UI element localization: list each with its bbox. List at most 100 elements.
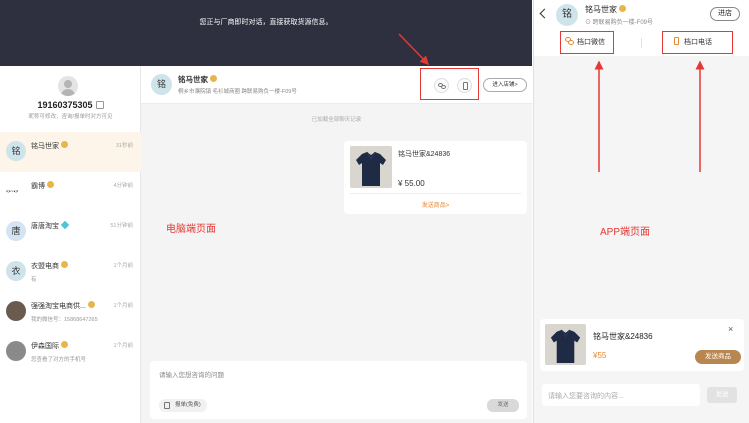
divider	[641, 38, 642, 48]
shop-avatar[interactable]: 铭	[151, 74, 172, 95]
conversation-time: 4分钟前	[113, 183, 133, 189]
conversation-avatar: <•~•>	[6, 181, 26, 201]
app-shop-avatar[interactable]: 铭	[556, 4, 578, 26]
app-product-image[interactable]	[545, 324, 586, 365]
polo-shirt-image	[545, 324, 586, 365]
mobile-phone-icon	[463, 82, 468, 90]
shop-address: 桐乡市濮院镇 毛衫城商圈 跨联易购负一楼-F09号	[178, 89, 297, 95]
app-shop-address: ⊙ 跨联易购负一楼-F09号	[585, 17, 653, 26]
message-input[interactable]: 请输入您想咨询的问题	[159, 369, 224, 379]
app-wechat-button[interactable]: 档口微信	[565, 37, 605, 47]
conversation-avatar-photo	[6, 301, 26, 321]
conversation-name: 霸博	[31, 181, 54, 191]
gold-badge-icon	[210, 75, 217, 82]
conversation-item[interactable]: 衣 衣盟电商 1个月前 有	[0, 252, 141, 292]
conversation-name-text: 伊森国际	[31, 343, 59, 350]
conversation-time: 1个月前	[113, 343, 133, 349]
conversation-name-text: 铭马世家	[31, 143, 59, 150]
conversation-sidebar: 19160375305 昵称可修改，咨询/报单时对方可见 铭 铭马世家 31秒前…	[0, 66, 141, 423]
product-price: ¥ 55.00	[398, 179, 425, 188]
conversation-message: 我的微信号：15868647265	[31, 317, 98, 323]
app-product-price: ¥55	[593, 351, 607, 360]
conversation-name: 衣盟电商	[31, 261, 68, 271]
app-shop-name: 铭马世家	[585, 4, 626, 15]
conversation-avatar: 铭	[6, 141, 26, 161]
conversation-item[interactable]: 铭 铭马世家 31秒前	[0, 132, 141, 172]
conversation-name-text: 强强淘宝电商供...	[31, 303, 86, 310]
conversation-item[interactable]: 伊森国际 1个月前 您查看了对方的手机号	[0, 332, 141, 372]
conversation-avatar-photo	[6, 341, 26, 361]
back-chevron-icon[interactable]	[539, 8, 550, 19]
message-input-area: 请输入您想咨询的问题 报单(免费) 发送	[150, 361, 527, 419]
send-product-link[interactable]: 发送商品>	[344, 200, 527, 209]
app-input-bar: 请输入您要咨询的内容... 发送	[534, 379, 749, 423]
gold-badge-icon	[61, 141, 68, 148]
user-avatar-icon[interactable]	[58, 76, 78, 96]
shop-name-text: 铭马世家	[178, 75, 208, 84]
wechat-icon-part	[441, 85, 446, 89]
gold-badge-icon	[619, 5, 626, 12]
conversation-item[interactable]: 强强淘宝电商供... 1个月前 我的微信号：15868647265	[0, 292, 141, 332]
app-shop-name-text: 铭马世家	[585, 5, 617, 14]
conversation-name-text: 唐唐淘宝	[31, 223, 59, 230]
divider	[350, 193, 521, 194]
conversation-avatar: 唐	[6, 221, 26, 241]
conversation-time: 31秒前	[115, 143, 133, 149]
user-subtitle: 昵称可修改，咨询/报单时对方可见	[28, 114, 113, 120]
app-message-input[interactable]: 请输入您要咨询的内容...	[542, 384, 700, 406]
location-pin-icon: ⊙	[585, 20, 593, 26]
diamond-badge-icon	[60, 220, 70, 230]
shop-name: 铭马世家	[178, 74, 217, 85]
svg-text:<•~•>: <•~•>	[6, 189, 18, 195]
polo-shirt-image	[350, 146, 392, 188]
edit-icon[interactable]	[95, 101, 104, 109]
app-page: 铭 铭马世家 ⊙ 跨联易购负一楼-F09号 进店 档口微信 档口电话 APP端页…	[533, 0, 749, 423]
quote-button-label: 报单(免费)	[175, 402, 201, 408]
app-product-card[interactable]: 铭马世家&24836 ¥55 × 发送商品	[540, 319, 744, 371]
app-wechat-button-label: 档口微信	[577, 39, 605, 46]
user-phone: 19160375305	[0, 100, 141, 110]
send-button[interactable]: 发送	[487, 399, 519, 412]
gold-badge-icon	[61, 261, 68, 268]
app-message-placeholder: 请输入您要咨询的内容...	[548, 393, 624, 400]
mobile-phone-icon	[674, 37, 679, 45]
app-header: 铭 铭马世家 ⊙ 跨联易购负一楼-F09号 进店 档口微信 档口电话	[534, 0, 749, 56]
app-page-label: APP端页面	[600, 227, 651, 238]
product-image[interactable]	[350, 146, 392, 188]
app-send-button[interactable]: 发送	[707, 387, 737, 403]
app-shop-address-text: 跨联易购负一楼-F09号	[592, 20, 654, 26]
conversation-name: 强强淘宝电商供...	[31, 301, 95, 311]
conversation-name: 铭马世家	[31, 141, 68, 151]
conversation-message: 您查看了对方的手机号	[31, 357, 87, 363]
conversation-name: 伊森国际	[31, 341, 68, 351]
gold-badge-icon	[61, 341, 68, 348]
app-send-product-button[interactable]: 发送商品	[695, 350, 741, 364]
product-card[interactable]: 铭马世家&24836 ¥ 55.00 发送商品>	[344, 141, 527, 214]
conversation-message: 有	[31, 277, 37, 283]
top-notice: 您正与厂商即时对话，直接获取货源信息。	[199, 19, 333, 26]
conversation-item[interactable]: <•~•> 霸博 4分钟前	[0, 172, 141, 212]
conversation-item[interactable]: 唐 唐唐淘宝 51分钟前	[0, 212, 141, 252]
conversation-time: 1个月前	[113, 263, 133, 269]
close-icon[interactable]: ×	[728, 324, 733, 334]
conversation-name-text: 衣盟电商	[31, 263, 59, 270]
history-loaded-text: 已加载全部聊天记录	[311, 117, 362, 123]
wechat-icon-part	[568, 40, 574, 45]
app-phone-button[interactable]: 档口电话	[674, 37, 712, 47]
pc-page-label: 电脑端页面	[166, 224, 216, 235]
enter-store-button[interactable]: 进入店铺>	[483, 78, 527, 92]
quote-icon	[164, 402, 170, 409]
wechat-contact-button[interactable]	[434, 78, 449, 93]
pc-top-banner: 您正与厂商即时对话，直接获取货源信息。	[0, 0, 532, 66]
gold-badge-icon	[87, 301, 95, 308]
app-phone-button-label: 档口电话	[684, 39, 712, 46]
conversation-name: 唐唐淘宝	[31, 220, 70, 231]
bar-logo-icon: <•~•>	[6, 189, 18, 195]
app-store-button[interactable]: 进店	[710, 7, 740, 21]
user-phone-text: 19160375305	[37, 100, 93, 110]
quote-button[interactable]: 报单(免费)	[159, 399, 207, 412]
pc-page: 您正与厂商即时对话，直接获取货源信息。 19160375305 昵称可修改，咨询…	[0, 0, 532, 423]
conversation-avatar: 衣	[6, 261, 26, 281]
phone-contact-button[interactable]	[457, 78, 472, 93]
product-title: 铭马世家&24836	[398, 151, 451, 158]
